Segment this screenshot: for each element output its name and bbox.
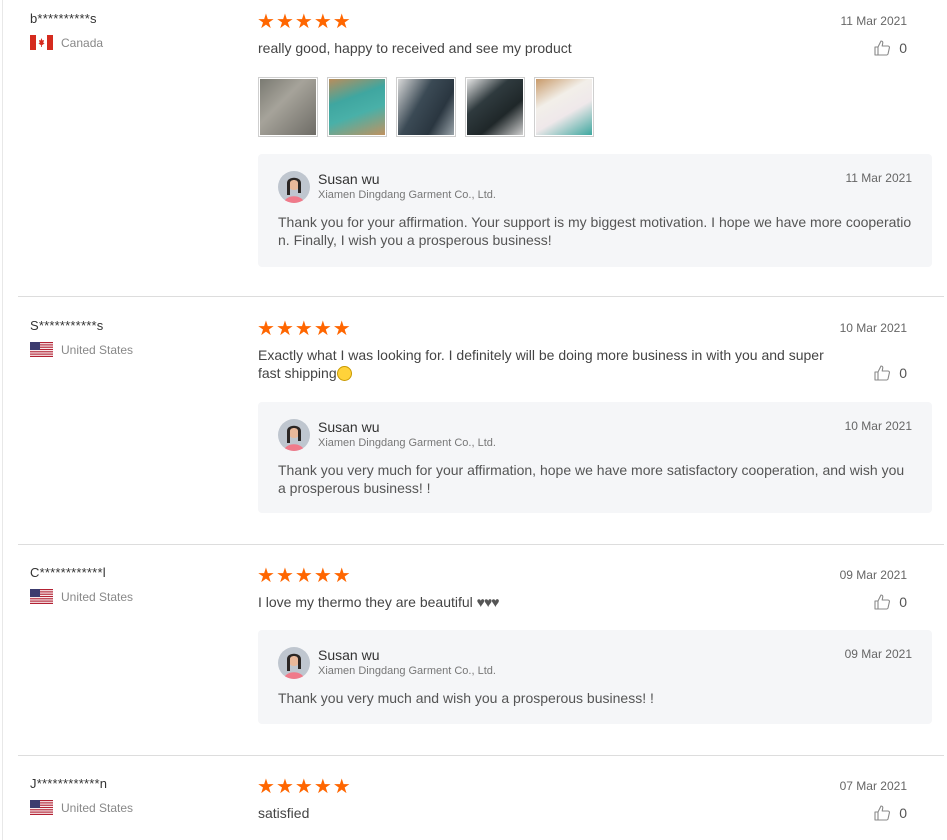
thumbs-up-icon [873,364,891,382]
review-text: Exactly what I was looking for. I defini… [258,346,828,382]
like-count: 0 [899,805,907,821]
seller-reply: Susan wu Xiamen Dingdang Garment Co., Lt… [258,402,932,513]
country-name: United States [61,800,134,815]
reply-text: Thank you very much and wish you a prosp… [278,690,654,706]
reviewer-name: b**********s [30,11,97,26]
star-icon: ★ [257,565,276,587]
replier-name: Susan wu [318,171,380,187]
like-button[interactable]: 0 [873,804,907,822]
seller-reply: Susan wu Xiamen Dingdang Garment Co., Lt… [258,630,932,724]
thumbs-up-icon [873,39,891,57]
country-name: United States [61,589,134,604]
reviewer-country: United States [30,800,133,815]
star-icon: ★ [294,318,314,340]
reply-date: 11 Mar 2021 [845,171,913,185]
review-photo[interactable] [465,77,525,137]
review-text: I love my thermo they are beautiful ♥♥♥ [258,593,828,611]
star-icon: ★ [294,776,314,798]
replier-name: Susan wu [318,647,380,663]
star-icon: ★ [294,11,314,33]
reviewer-name: C************l [30,565,106,580]
review-photo[interactable] [258,77,318,137]
rating-stars: ★★★★★ [257,11,352,33]
replier-company: Xiamen Dingdang Garment Co., Ltd. [318,189,496,201]
review-photo[interactable] [327,77,387,137]
country-name: Canada [61,35,104,50]
like-button[interactable]: 0 [873,364,907,382]
hearts-emoji: ♥♥♥ [476,594,500,610]
reviewer-name: S***********s [30,318,104,333]
review-date: 10 Mar 2021 [839,321,907,335]
avatar [278,419,310,451]
reviewer-country: United States [30,342,133,357]
star-icon: ★ [332,318,352,340]
seller-reply: Susan wu Xiamen Dingdang Garment Co., Lt… [258,154,932,267]
reviewer-name: J************n [30,776,108,791]
star-icon: ★ [257,776,276,798]
like-count: 0 [899,594,907,610]
review-date: 09 Mar 2021 [839,568,907,582]
review-divider [18,755,944,756]
review-photo[interactable] [534,77,594,137]
rating-stars: ★★★★★ [257,318,352,340]
replier-company: Xiamen Dingdang Garment Co., Ltd. [318,665,496,677]
review-photo[interactable] [396,77,456,137]
smiley-emoji-icon [336,366,352,381]
review-photos [258,77,603,137]
star-icon: ★ [275,11,295,33]
canada-flag-icon [30,35,53,50]
reply-date: 10 Mar 2021 [844,419,912,433]
thumbs-up-icon [873,804,891,822]
like-count: 0 [899,365,907,381]
star-icon: ★ [313,318,333,340]
review-date: 07 Mar 2021 [839,779,907,793]
like-button[interactable]: 0 [873,39,907,57]
like-count: 0 [899,40,907,56]
star-icon: ★ [257,11,276,33]
replier-company: Xiamen Dingdang Garment Co., Ltd. [318,437,496,449]
us-flag-icon [30,800,53,815]
review-divider [18,296,944,297]
star-icon: ★ [332,565,352,587]
avatar [278,171,310,203]
country-name: United States [61,342,134,357]
us-flag-icon [30,342,53,357]
star-icon: ★ [275,565,295,587]
review-item: J************n United States ★★★★★ 07 Ma… [0,776,947,840]
reply-text: Thank you very much for your affirmation… [278,462,905,496]
review-text: satisfied [258,805,310,821]
star-icon: ★ [332,11,352,33]
review-text-content: I love my thermo they are beautiful [258,594,473,610]
star-icon: ★ [275,318,295,340]
star-icon: ★ [275,776,295,798]
star-icon: ★ [313,776,333,798]
rating-stars: ★★★★★ [257,776,352,798]
reviewer-country: United States [30,589,133,604]
star-icon: ★ [294,565,314,587]
avatar [278,647,310,679]
review-date: 11 Mar 2021 [840,14,908,28]
thumbs-up-icon [873,593,891,611]
review-text: really good, happy to received and see m… [258,40,572,56]
reviewer-country: Canada [30,35,103,50]
star-icon: ★ [313,11,333,33]
review-item: C************l United States ★★★★★ 09 Ma… [0,565,947,745]
star-icon: ★ [313,565,333,587]
reply-date: 09 Mar 2021 [844,647,912,661]
like-button[interactable]: 0 [873,593,907,611]
us-flag-icon [30,589,53,604]
replier-name: Susan wu [318,419,380,435]
review-item: b**********s Canada ★★★★★ 11 Mar 2021 re… [0,11,947,296]
review-divider [18,544,944,545]
rating-stars: ★★★★★ [257,565,352,587]
reply-text: Thank you for your affirmation. Your sup… [278,214,912,248]
star-icon: ★ [257,318,276,340]
review-item: S***********s United States ★★★★★ 10 Mar… [0,318,947,543]
star-icon: ★ [332,776,352,798]
